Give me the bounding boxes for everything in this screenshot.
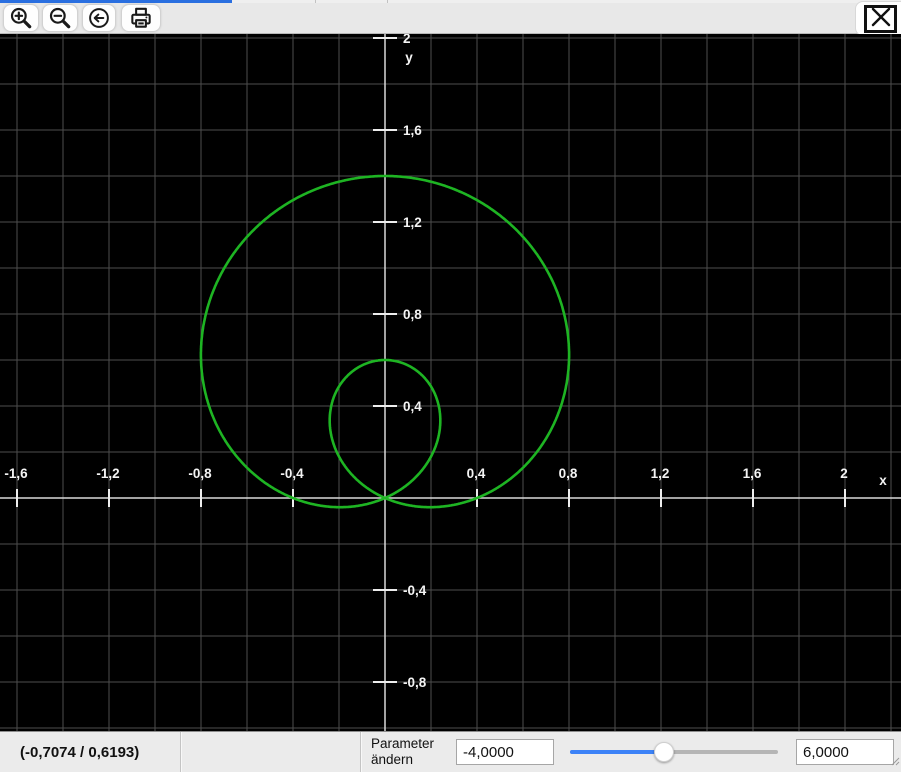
zoom-out-button[interactable]	[42, 4, 78, 32]
x-tick-label: 0,4	[467, 466, 486, 481]
y-axis-letter: y	[405, 50, 413, 65]
printer-icon	[128, 5, 154, 31]
x-tick-label: 0,8	[559, 466, 578, 481]
arrow-left-circle-icon	[86, 5, 112, 31]
x-tick-label: -1,6	[4, 466, 28, 481]
close-button[interactable]	[864, 5, 897, 33]
x-tick-label: 1,2	[651, 466, 670, 481]
parameter-change-label: Parameter ändern	[371, 736, 449, 768]
y-tick-label: 1,2	[403, 215, 422, 230]
graph-svg[interactable]: -1,6 -1,2 -0,8 -0,4 0,4 0,8 1,2 1,6 2 2 1,6 1,2 0,8 0…	[0, 34, 901, 731]
x-axis-letter: x	[879, 473, 887, 488]
x-tick-label: -0,8	[188, 466, 212, 481]
status-bar: (-0,7074 / 0,6193) Parameter ändern	[0, 731, 901, 772]
x-tick-label: -1,2	[96, 466, 119, 481]
parameter-max-input[interactable]	[796, 739, 894, 765]
resize-grip-icon[interactable]	[889, 753, 900, 771]
y-tick-label: -0,8	[403, 675, 427, 690]
graph-area[interactable]: -1,6 -1,2 -0,8 -0,4 0,4 0,8 1,2 1,6 2 2 1,6 1,2 0,8 0…	[0, 34, 901, 731]
magnifier-plus-icon	[8, 5, 34, 31]
close-panel	[855, 1, 901, 36]
cursor-coordinates: (-0,7074 / 0,6193)	[20, 732, 139, 772]
back-button[interactable]	[82, 4, 116, 32]
statusbar-divider	[360, 732, 361, 772]
x-tick-label: 1,6	[743, 466, 762, 481]
y-tick-label: -0,4	[403, 583, 427, 598]
print-button[interactable]	[121, 4, 161, 32]
zoom-in-button[interactable]	[3, 4, 39, 32]
y-tick-label: 1,6	[403, 123, 422, 138]
x-tick-label: 2	[840, 466, 848, 481]
y-tick-label: 0,8	[403, 307, 422, 322]
parameter-min-input[interactable]	[456, 739, 554, 765]
x-tick-label: -0,4	[280, 466, 304, 481]
slider-thumb[interactable]	[654, 742, 674, 762]
magnifier-minus-icon	[47, 5, 73, 31]
app-window: -1,6 -1,2 -0,8 -0,4 0,4 0,8 1,2 1,6 2 2 1,6 1,2 0,8 0…	[0, 0, 901, 772]
y-tick-label: 2	[403, 34, 411, 46]
statusbar-divider	[180, 732, 181, 772]
slider-fill	[570, 750, 664, 754]
close-icon	[870, 7, 892, 30]
parameter-slider[interactable]	[570, 732, 778, 772]
toolbar	[0, 3, 901, 34]
y-tick-label: 0,4	[403, 399, 422, 414]
